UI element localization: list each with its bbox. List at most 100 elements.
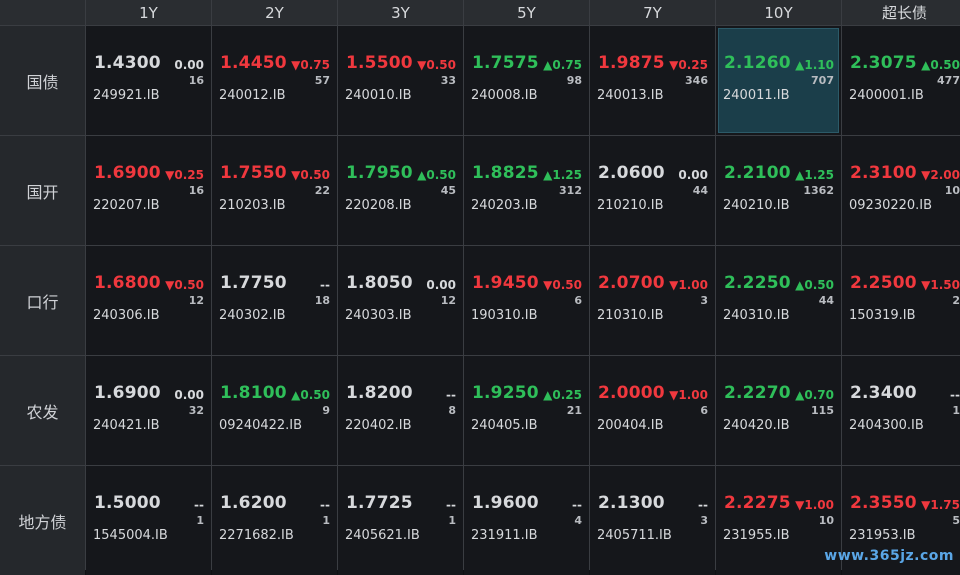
quote-cell[interactable]: 1.4450▼0.7557240012.IB xyxy=(212,26,337,135)
yield-change: 0.00 xyxy=(174,58,204,72)
yield-value: 2.2250 xyxy=(724,273,791,293)
bond-code: 240405.IB xyxy=(471,418,538,433)
yield-change: ▼0.25 xyxy=(669,58,708,72)
quote-cell[interactable]: 1.7750--18240302.IB xyxy=(212,246,337,355)
row-label[interactable]: 国债 xyxy=(0,26,85,135)
yield-change: ▲0.75 xyxy=(543,58,582,72)
yield-change: ▼1.00 xyxy=(795,498,834,512)
column-header-7[interactable]: 超长债 xyxy=(842,0,960,25)
yield-change: ▲0.70 xyxy=(795,388,834,402)
quote-cell[interactable]: 1.9250▲0.2521240405.IB xyxy=(464,356,589,465)
trade-count: 6 xyxy=(700,404,708,417)
quote-cell[interactable]: 2.2270▲0.70115240420.IB xyxy=(716,356,841,465)
quote-cell[interactable]: 1.9450▼0.506190310.IB xyxy=(464,246,589,355)
yield-value: 1.6200 xyxy=(220,493,287,513)
quote-cell[interactable]: 1.7950▲0.5045220208.IB xyxy=(338,136,463,245)
row-label[interactable]: 地方债 xyxy=(0,466,85,575)
trade-count: 32 xyxy=(189,404,204,417)
quote-cell[interactable]: 2.3075▲0.504772400001.IB xyxy=(842,26,960,135)
bond-code: 2404300.IB xyxy=(849,418,924,433)
trade-count: 45 xyxy=(441,184,456,197)
bond-code: 09240422.IB xyxy=(219,418,302,433)
column-header-6[interactable]: 10Y xyxy=(716,0,841,25)
quote-cell[interactable]: 1.69000.0032240421.IB xyxy=(86,356,211,465)
quote-cell[interactable]: 1.6200--12271682.IB xyxy=(212,466,337,575)
quote-cell[interactable]: 1.5000--11545004.IB xyxy=(86,466,211,575)
bond-code: 240008.IB xyxy=(471,88,538,103)
trade-count: 6 xyxy=(574,294,582,307)
yield-change: ▲1.25 xyxy=(795,168,834,182)
quote-cell[interactable]: 1.43000.0016249921.IB xyxy=(86,26,211,135)
quote-cell[interactable]: 2.1300--32405711.IB xyxy=(590,466,715,575)
quote-cell[interactable]: 1.7575▲0.7598240008.IB xyxy=(464,26,589,135)
yield-value: 2.0000 xyxy=(598,383,665,403)
column-header-1[interactable]: 1Y xyxy=(86,0,211,25)
quote-cell[interactable]: 2.3400--12404300.IB xyxy=(842,356,960,465)
quote-cell[interactable]: 2.1260▲1.10707240011.IB xyxy=(716,26,841,135)
quote-cell[interactable]: 2.2275▼1.0010231955.IB xyxy=(716,466,841,575)
bond-code: 210203.IB xyxy=(219,198,286,213)
yield-change: -- xyxy=(194,498,204,512)
yield-change: ▼0.75 xyxy=(291,58,330,72)
quote-cell[interactable]: 1.8200--8220402.IB xyxy=(338,356,463,465)
quote-cell[interactable]: 2.2500▼1.502150319.IB xyxy=(842,246,960,355)
yield-change: ▼0.25 xyxy=(165,168,204,182)
quote-cell[interactable]: 1.7725--12405621.IB xyxy=(338,466,463,575)
quote-cell[interactable]: 1.80500.0012240303.IB xyxy=(338,246,463,355)
yield-change: ▼1.75 xyxy=(921,498,960,512)
quote-cell[interactable]: 2.2250▲0.5044240310.IB xyxy=(716,246,841,355)
bond-code: 240310.IB xyxy=(723,308,790,323)
trade-count: 115 xyxy=(811,404,834,417)
quote-cell[interactable]: 2.0700▼1.003210310.IB xyxy=(590,246,715,355)
bond-code: 231955.IB xyxy=(723,528,790,543)
yield-value: 1.4450 xyxy=(220,53,287,73)
trade-count: 477 xyxy=(937,74,960,87)
trade-count: 4 xyxy=(574,514,582,527)
trade-count: 1 xyxy=(952,404,960,417)
row-label[interactable]: 农发 xyxy=(0,356,85,465)
bond-quote-grid: 1Y2Y3Y5Y7Y10Y超长债国债1.43000.0016249921.IB1… xyxy=(0,0,960,570)
yield-change: -- xyxy=(446,498,456,512)
quote-cell[interactable]: 1.7550▼0.5022210203.IB xyxy=(212,136,337,245)
quote-cell[interactable]: 1.8100▲0.50909240422.IB xyxy=(212,356,337,465)
yield-value: 1.9600 xyxy=(472,493,539,513)
yield-change: -- xyxy=(320,278,330,292)
quote-cell[interactable]: 1.8825▲1.25312240203.IB xyxy=(464,136,589,245)
trade-count: 12 xyxy=(441,294,456,307)
watermark: www.365jz.com xyxy=(824,548,954,564)
quote-cell[interactable]: 2.2100▲1.251362240210.IB xyxy=(716,136,841,245)
quote-cell[interactable]: 1.6900▼0.2516220207.IB xyxy=(86,136,211,245)
quote-cell[interactable]: 1.9875▼0.25346240013.IB xyxy=(590,26,715,135)
column-header-3[interactable]: 3Y xyxy=(338,0,463,25)
bond-code: 1545004.IB xyxy=(93,528,168,543)
trade-count: 5 xyxy=(952,514,960,527)
bond-code: 240010.IB xyxy=(345,88,412,103)
yield-change: -- xyxy=(572,498,582,512)
trade-count: 9 xyxy=(322,404,330,417)
quote-cell[interactable]: 2.0000▼1.006200404.IB xyxy=(590,356,715,465)
quote-cell[interactable]: 1.6800▼0.5012240306.IB xyxy=(86,246,211,355)
quote-cell[interactable]: 1.5500▼0.5033240010.IB xyxy=(338,26,463,135)
bond-code: 240302.IB xyxy=(219,308,286,323)
yield-value: 2.1260 xyxy=(724,53,791,73)
trade-count: 44 xyxy=(819,294,834,307)
trade-count: 1 xyxy=(448,514,456,527)
column-header-2[interactable]: 2Y xyxy=(212,0,337,25)
yield-change: 0.00 xyxy=(678,168,708,182)
column-header-4[interactable]: 5Y xyxy=(464,0,589,25)
bond-code: 150319.IB xyxy=(849,308,916,323)
column-header-5[interactable]: 7Y xyxy=(590,0,715,25)
bond-code: 210310.IB xyxy=(597,308,664,323)
quote-cell[interactable]: 2.06000.0044210210.IB xyxy=(590,136,715,245)
row-label[interactable]: 口行 xyxy=(0,246,85,355)
trade-count: 21 xyxy=(567,404,582,417)
quote-cell[interactable]: 1.9600--4231911.IB xyxy=(464,466,589,575)
bond-code: 220207.IB xyxy=(93,198,160,213)
yield-change: -- xyxy=(320,498,330,512)
yield-value: 2.2500 xyxy=(850,273,917,293)
yield-change: 0.00 xyxy=(426,278,456,292)
quote-cell[interactable]: 2.3100▼2.001009230220.IB xyxy=(842,136,960,245)
yield-value: 1.8825 xyxy=(472,163,539,183)
trade-count: 3 xyxy=(700,514,708,527)
row-label[interactable]: 国开 xyxy=(0,136,85,245)
